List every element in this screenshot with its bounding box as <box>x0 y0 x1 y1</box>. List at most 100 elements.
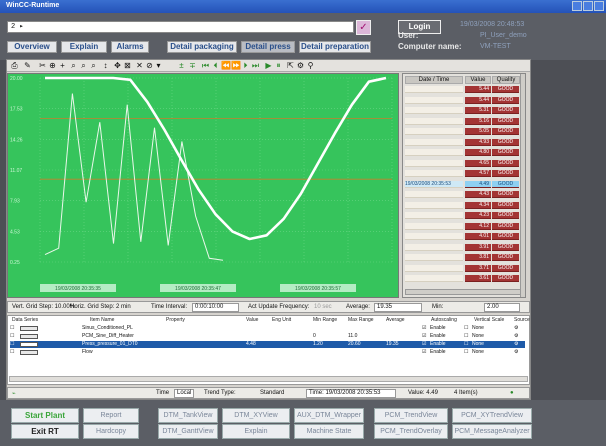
last-icon[interactable]: ⏭ <box>251 61 260 70</box>
crosshair-icon[interactable]: + <box>58 61 67 70</box>
table-row[interactable]: 4.01 GOOD <box>405 233 519 240</box>
table-row[interactable]: 5.05 GOOD <box>405 128 519 135</box>
checkbox-icon[interactable]: ☑ <box>422 349 426 356</box>
dtm-ganttview-button[interactable]: DTM_GanttView <box>158 424 218 439</box>
nav-detail-press[interactable]: Detail press <box>241 41 295 53</box>
start-icon[interactable]: ▶ <box>264 61 273 70</box>
scissors-icon[interactable]: ✂ <box>38 61 47 70</box>
table-row[interactable]: 4.23 GOOD <box>405 212 519 219</box>
table-row[interactable]: 4.65 GOOD <box>405 159 519 167</box>
checkbox-icon[interactable]: ☐ <box>464 325 468 332</box>
series-line <box>45 76 387 241</box>
table-row[interactable]: 4.43 GOOD <box>405 191 519 198</box>
ruler-icon[interactable]: ↕ <box>101 61 110 70</box>
table-row[interactable]: 5.16 GOOD <box>405 117 519 125</box>
pcm-trendoverlay-button[interactable]: PCM_TrendOverlay <box>374 424 448 439</box>
checkbox-icon[interactable]: ☑ <box>422 341 426 348</box>
machine-state-button[interactable]: Machine State <box>294 424 364 439</box>
report-button[interactable]: Report <box>83 408 139 423</box>
checkbox-icon[interactable]: ☐ <box>10 333 14 340</box>
print-icon[interactable]: ⎙ <box>10 61 19 70</box>
edit-icon[interactable]: ✎ <box>23 61 32 70</box>
checkbox-icon[interactable]: ☐ <box>464 341 468 348</box>
close-icon[interactable] <box>594 1 604 11</box>
col-value[interactable]: Value <box>465 76 491 84</box>
minimize-icon[interactable] <box>572 1 582 11</box>
col-datetime[interactable]: Date / Time <box>405 76 463 84</box>
table-row[interactable]: 4.12 GOOD <box>405 222 519 230</box>
checkbox-icon[interactable]: ☑ <box>422 333 426 340</box>
nav-explain[interactable]: Explain <box>61 41 107 53</box>
table-row[interactable]: 4.93 GOOD <box>405 138 519 146</box>
checkbox-icon[interactable]: ☐ <box>10 349 14 356</box>
status-local: Local <box>174 389 194 398</box>
grid-row[interactable]: ☐ Flow ☑ Enable ☐ None ⚙ <box>10 349 525 356</box>
rewind-icon[interactable]: ⏪ <box>221 61 231 70</box>
table-row[interactable]: 5.44 GOOD <box>405 96 519 104</box>
table-row[interactable]: 3.71 GOOD <box>405 264 519 272</box>
nav-alarms[interactable]: Alarms <box>111 41 149 53</box>
next-trend-icon[interactable]: ± <box>177 61 186 70</box>
grid-hscrollbar[interactable] <box>9 376 528 382</box>
grid-row[interactable]: ☐ Sinus_Conditioned_PL ☑ Enable ☐ None ⚙ <box>10 325 525 332</box>
forward-icon[interactable]: ⏩ <box>231 61 241 70</box>
dropdown-icon[interactable]: ▾ <box>154 61 163 70</box>
trend-chart[interactable]: 20.00 17.53 14.26 11.07 7.93 4.53 0.25 19/03/20… <box>7 73 399 298</box>
pcm-trendview-button[interactable]: PCM_TrendView <box>374 408 448 423</box>
nav-detail-preparation[interactable]: Detail preparation <box>299 41 371 53</box>
table-vscrollbar[interactable] <box>520 74 525 297</box>
pcm-xytrendview-button[interactable]: PCM_XYTrendView <box>452 408 532 423</box>
hardcopy-button[interactable]: Hardcopy <box>83 424 139 439</box>
picture-path-field[interactable]: 2 ▸ <box>7 21 354 33</box>
exit-rt-button[interactable]: Exit RT <box>11 424 79 439</box>
checkbox-icon[interactable]: ☐ <box>10 341 14 348</box>
table-hscrollbar[interactable] <box>405 289 521 295</box>
binoculars-icon[interactable]: ⚲ <box>306 61 315 70</box>
first-icon[interactable]: ⏮ <box>201 61 210 70</box>
grid-row[interactable]: ☐ Press_pressure_01_DT0 4.48 1.20 20.60 19.35… <box>10 341 525 348</box>
step-forward-icon[interactable]: ⏵ <box>241 61 250 70</box>
explain-button[interactable]: Explain <box>222 424 290 439</box>
original-view-icon[interactable]: ⊠ <box>123 61 132 70</box>
close-icon[interactable]: ✕ <box>135 61 144 70</box>
nav-detail-packaging[interactable]: Detail packaging <box>167 41 237 53</box>
dtm-tankview-button[interactable]: DTM_TankView <box>158 408 218 423</box>
step-back-icon[interactable]: ⏴ <box>211 61 220 70</box>
row-value: 5.44 <box>465 86 491 93</box>
table-row[interactable]: 4.80 GOOD <box>405 149 519 156</box>
nav-overview[interactable]: Overview <box>7 41 57 53</box>
table-row[interactable]: 5.31 GOOD <box>405 107 519 114</box>
table-row[interactable]: 5.44 GOOD <box>405 86 519 93</box>
table-row[interactable]: 3.61 GOOD <box>405 275 519 282</box>
pcm-messageanalyzer-button[interactable]: PCM_MessageAnalyzer <box>452 424 532 439</box>
col-quality[interactable]: Quality <box>492 76 520 84</box>
status-value: Value: 4.49 <box>408 390 438 396</box>
zoom-in-icon[interactable]: ⊕ <box>48 61 57 70</box>
zoom-area-icon[interactable]: ⌕ <box>69 61 78 70</box>
table-row[interactable]: 19/03/2008 20:35:53 4.49 GOOD <box>405 180 519 188</box>
prev-trend-icon[interactable]: ∓ <box>188 61 197 70</box>
config-icon[interactable]: ⚙ <box>296 61 305 70</box>
table-row[interactable]: 4.34 GOOD <box>405 201 519 209</box>
table-row[interactable]: 3.81 GOOD <box>405 254 519 261</box>
zoom-value-icon[interactable]: ⌕ <box>89 61 98 70</box>
export-icon[interactable]: ⇱ <box>286 61 295 70</box>
start-plant-button[interactable]: Start Plant <box>11 408 79 423</box>
check-icon[interactable]: ✓ <box>356 20 371 35</box>
checkbox-icon[interactable]: ☐ <box>10 325 14 332</box>
checkbox-icon[interactable]: ☑ <box>422 325 426 332</box>
grid-row[interactable]: ☐ PCM_Sine_Diff_Heater 0 11.0 ☑ Enable ☐ None ⚙ <box>10 333 525 340</box>
checkbox-icon[interactable]: ☐ <box>464 349 468 356</box>
aux-dtm-wrapper-button[interactable]: AUX_DTM_Wrapper <box>294 408 364 423</box>
time-interval-field[interactable]: 0:00:10:00 <box>192 303 239 312</box>
dtm-xyview-button[interactable]: DTM_XYView <box>222 408 290 423</box>
stop-icon[interactable]: ⊘ <box>145 61 154 70</box>
maximize-icon[interactable] <box>583 1 593 11</box>
table-row[interactable]: 3.91 GOOD <box>405 243 519 251</box>
checkbox-icon[interactable]: ☐ <box>464 333 468 340</box>
move-icon[interactable]: ✥ <box>113 61 122 70</box>
table-row[interactable]: 4.57 GOOD <box>405 170 519 177</box>
zoom-time-icon[interactable]: ⌕ <box>79 61 88 70</box>
pause-icon[interactable]: ⏸ <box>274 61 283 70</box>
grid-col-vscale: Vertical Scale <box>474 317 505 323</box>
